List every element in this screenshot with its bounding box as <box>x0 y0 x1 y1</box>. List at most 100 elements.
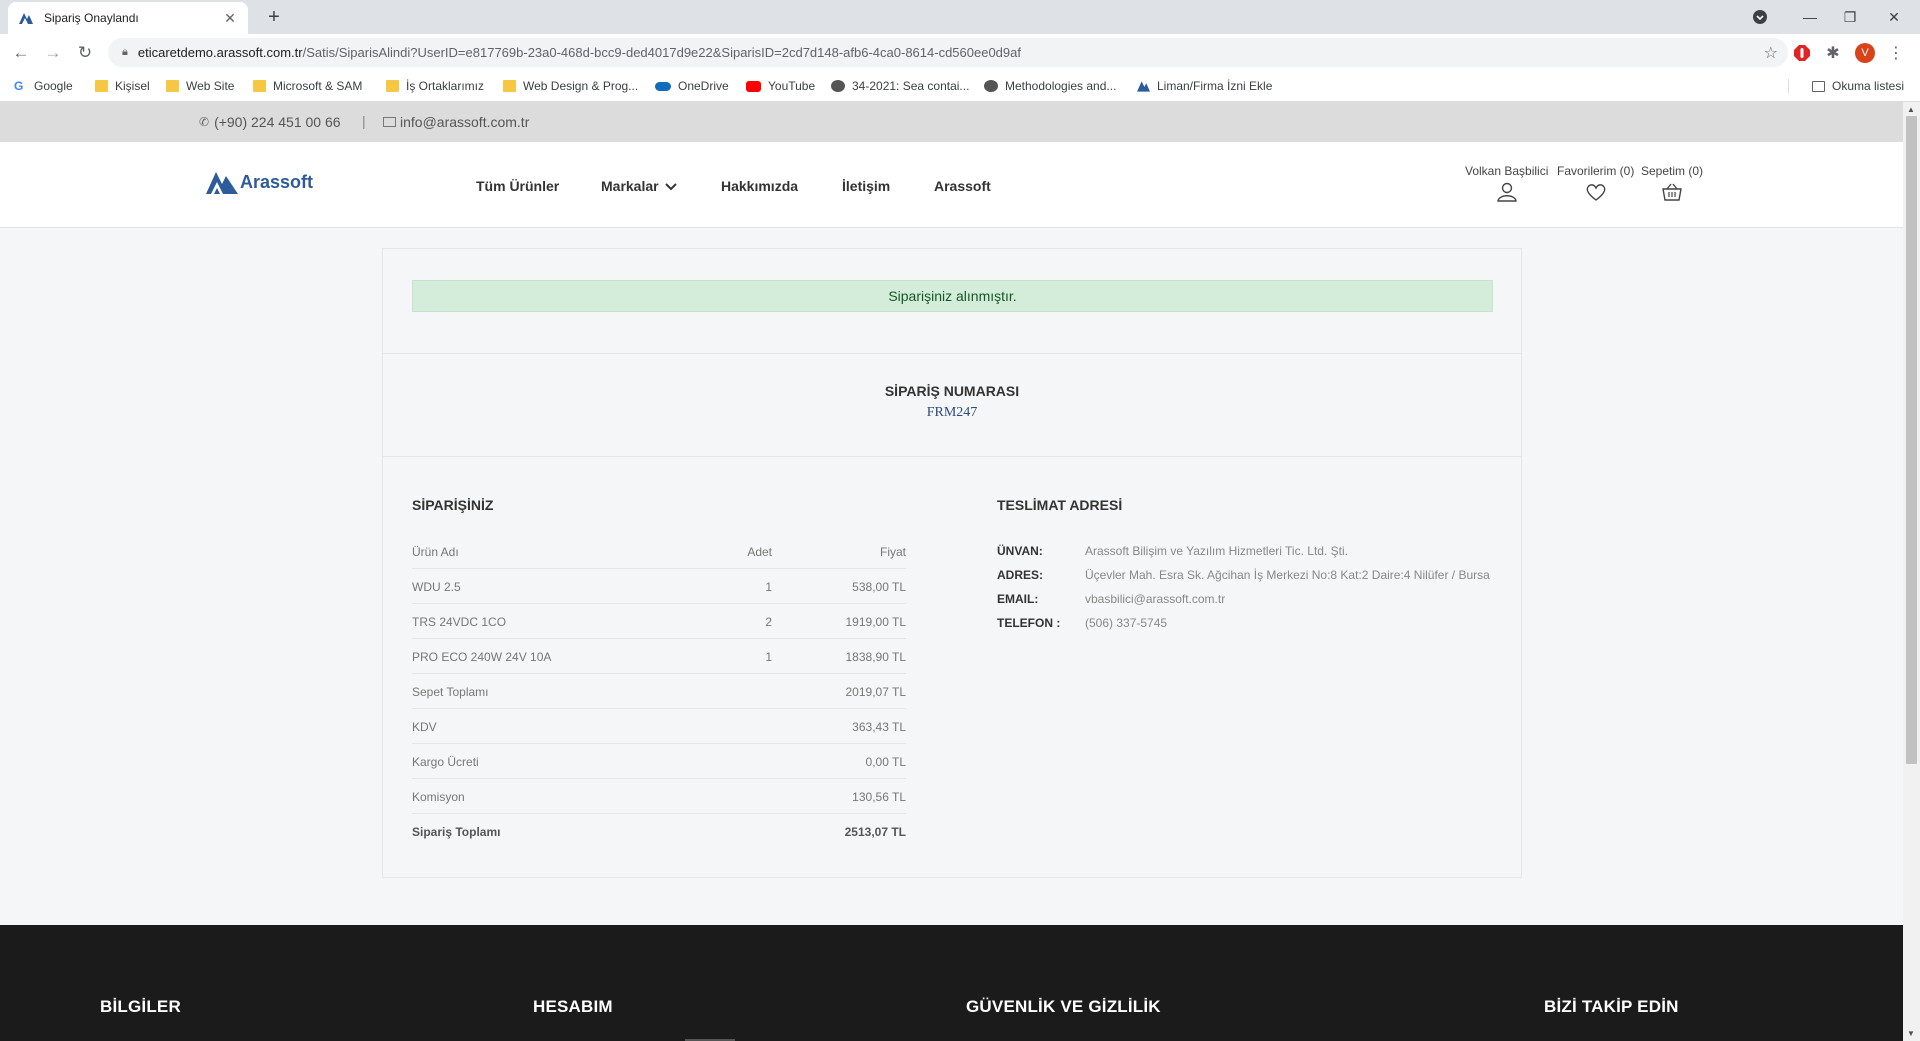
cart-link[interactable]: Sepetim (0) <box>1641 164 1703 202</box>
bookmark-youtube[interactable]: YouTube <box>746 79 815 93</box>
order-table-header: Ürün Adı Adet Fiyat <box>412 539 906 569</box>
arassoft-icon <box>1137 81 1150 92</box>
arassoft-logo-icon <box>206 172 238 194</box>
phone-number: (+90) 224 451 00 66 <box>214 114 341 130</box>
tab-close-icon[interactable]: ✕ <box>222 10 238 27</box>
scroll-down-arrow-icon[interactable]: ▼ <box>1907 1029 1915 1038</box>
nav-brands[interactable]: Markalar <box>601 178 678 194</box>
summary-value: 130,56 TL <box>852 790 906 804</box>
bookmark-is-ortaklarimiz[interactable]: İş Ortaklarımız <box>386 79 484 93</box>
delivery-address: ÜNVAN: Arassoft Bilişim ve Yazılım Hizme… <box>997 539 1497 635</box>
order-item-row: TRS 24VDC 1CO 2 1919,00 TL <box>412 604 906 639</box>
chevron-down-icon <box>665 183 678 191</box>
profile-initial: V <box>1855 43 1875 63</box>
forward-button[interactable]: → <box>41 41 65 65</box>
bookmark-web-site[interactable]: Web Site <box>166 79 234 93</box>
bookmark-label: Kişisel <box>115 79 150 93</box>
summary-row-shipping: Kargo Ücreti 0,00 TL <box>412 744 906 779</box>
reload-button[interactable]: ↻ <box>73 41 97 65</box>
bookmark-web-design[interactable]: Web Design & Prog... <box>503 79 638 93</box>
bookmark-star-icon[interactable]: ☆ <box>1764 43 1778 63</box>
browser-menu-icon[interactable]: ⋮ <box>1886 43 1906 63</box>
bookmarks-bar: G Google Kişisel Web Site Microsoft & SA… <box>0 72 1920 102</box>
heart-icon <box>1586 184 1606 201</box>
nav-brands-label: Markalar <box>601 178 659 194</box>
site-footer: BİLGİLER HESABIM GÜVENLİK VE GİZLİLİK Bİ… <box>0 925 1903 1041</box>
field-label: ADRES: <box>997 568 1044 582</box>
address-bar[interactable]: 🔒︎ eticaretdemo.arassoft.com.tr/Satis/Si… <box>108 38 1788 67</box>
bookmark-methodologies[interactable]: Methodologies and... <box>984 79 1116 93</box>
summary-value: 363,43 TL <box>852 720 906 734</box>
minimize-button[interactable]: — <box>1790 0 1830 34</box>
bookmark-label: Web Site <box>186 79 235 93</box>
summary-row-total: Sipariş Toplamı 2513,07 TL <box>412 814 906 849</box>
folder-icon <box>95 80 108 92</box>
nav-arassoft[interactable]: Arassoft <box>934 178 991 194</box>
reading-list-label: Okuma listesi <box>1832 79 1905 93</box>
new-tab-button[interactable]: + <box>262 5 286 29</box>
field-label: TELEFON : <box>997 616 1061 630</box>
address-field-phone: TELEFON : (506) 337-5745 <box>997 611 1497 635</box>
summary-value: 2513,07 TL <box>844 825 906 839</box>
field-label: ÜNVAN: <box>997 544 1043 558</box>
lock-icon: 🔒︎ <box>122 46 128 58</box>
browser-tab-strip: Sipariş Onaylandı ✕ + — ❐ ✕ <box>0 0 1920 34</box>
scroll-up-arrow-icon[interactable]: ▲ <box>1907 105 1915 114</box>
nav-all-products[interactable]: Tüm Ürünler <box>476 178 559 194</box>
bookmark-onedrive[interactable]: OneDrive <box>655 79 729 93</box>
site-logo[interactable]: Arassoft <box>206 170 313 194</box>
bookmark-microsoft-sam[interactable]: Microsoft & SAM <box>253 79 362 93</box>
delivery-section-title: TESLİMAT ADRESİ <box>997 497 1123 513</box>
restore-button[interactable]: ❐ <box>1830 0 1870 34</box>
item-qty: 1 <box>765 580 772 594</box>
field-value: (506) 337-5745 <box>1085 616 1168 630</box>
topbar-email[interactable]: info@arassoft.com.tr <box>383 114 529 130</box>
site-icon <box>984 80 998 92</box>
reading-list[interactable]: Okuma listesi <box>1788 79 1904 93</box>
order-item-row: WDU 2.5 1 538,00 TL <box>412 569 906 604</box>
item-qty: 2 <box>765 615 772 629</box>
address-field-address: ADRES: Üçevler Mah. Esra Sk. Ağcihan İş … <box>997 563 1497 587</box>
user-name: Volkan Başbilici <box>1465 164 1549 178</box>
item-name: WDU 2.5 <box>412 580 461 594</box>
favorites-link[interactable]: Favorilerim (0) <box>1557 164 1634 202</box>
footer-heading-info: BİLGİLER <box>100 997 181 1016</box>
contact-topbar: ✆ (+90) 224 451 00 66 | info@arassoft.co… <box>0 102 1903 142</box>
summary-label: Kargo Ücreti <box>412 755 479 769</box>
nav-contact[interactable]: İletişim <box>842 178 890 194</box>
bookmark-label: Web Design & Prog... <box>523 79 639 93</box>
tab-search-icon[interactable] <box>1748 0 1772 34</box>
divider <box>383 456 1521 457</box>
bookmark-kisisel[interactable]: Kişisel <box>95 79 150 93</box>
item-price: 538,00 TL <box>852 580 906 594</box>
column-header-product: Ürün Adı <box>412 545 459 559</box>
scrollbar-thumb[interactable] <box>1906 116 1917 764</box>
order-confirmation-card: Siparişiniz alınmıştır. SİPARİŞ NUMARASI… <box>382 248 1522 878</box>
item-price: 1838,90 TL <box>845 650 907 664</box>
bookmark-google[interactable]: G Google <box>14 79 73 93</box>
bookmark-sea-containers[interactable]: 34-2021: Sea contai... <box>831 79 969 93</box>
window-close-button[interactable]: ✕ <box>1874 0 1914 34</box>
folder-icon <box>386 80 399 92</box>
bookmark-liman-firma[interactable]: Liman/Firma İzni Ekle <box>1137 79 1272 93</box>
topbar-phone[interactable]: ✆ (+90) 224 451 00 66 <box>199 114 341 130</box>
page-viewport: ✆ (+90) 224 451 00 66 | info@arassoft.co… <box>0 102 1903 1041</box>
email-address: info@arassoft.com.tr <box>400 114 530 130</box>
nav-about[interactable]: Hakkımızda <box>721 178 798 194</box>
extensions-puzzle-icon[interactable]: ✱ <box>1823 43 1843 63</box>
summary-label: Komisyon <box>412 790 465 804</box>
site-icon <box>831 80 845 92</box>
user-account-link[interactable]: Volkan Başbilici <box>1465 164 1548 202</box>
order-number: FRM247 <box>926 405 978 420</box>
page-scrollbar[interactable]: ▲ ▼ <box>1903 102 1920 1041</box>
profile-avatar[interactable]: V <box>1855 43 1875 63</box>
field-value: Arassoft Bilişim ve Yazılım Hizmetleri T… <box>1085 544 1348 558</box>
footer-heading-account: HESABIM <box>533 997 613 1016</box>
field-value: vbasbilici@arassoft.com.tr <box>1085 592 1226 606</box>
browser-tab[interactable]: Sipariş Onaylandı ✕ <box>8 2 248 34</box>
summary-label: Sipariş Toplamı <box>412 825 501 839</box>
adblock-extension-icon[interactable] <box>1792 43 1812 63</box>
bookmark-label: YouTube <box>768 79 816 93</box>
url-path: /Satis/SiparisAlindi?UserID=e817769b-23a… <box>302 45 1021 60</box>
back-button[interactable]: ← <box>9 41 33 65</box>
